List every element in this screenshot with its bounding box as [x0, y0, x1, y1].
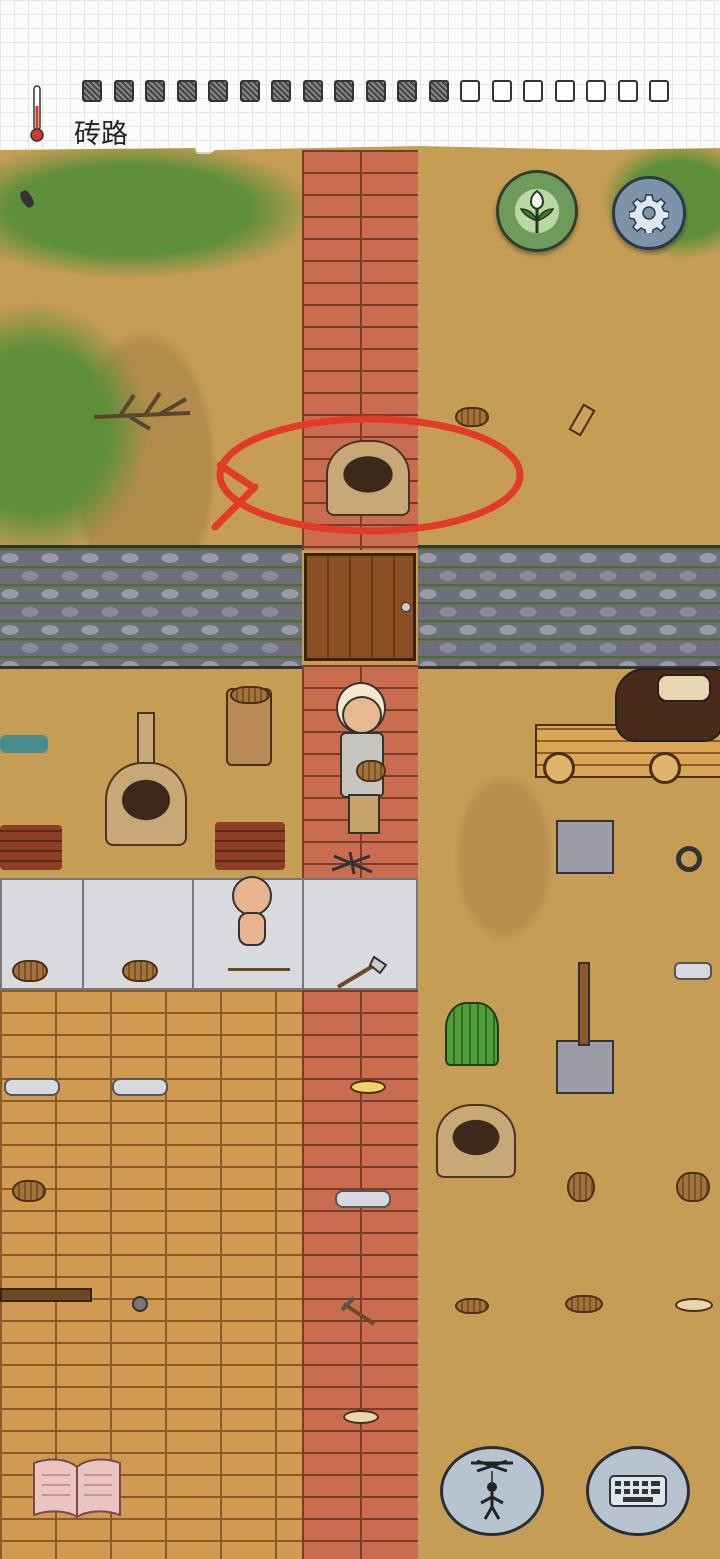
bucket[interactable]: [567, 1172, 595, 1202]
wooden-stake: [578, 962, 590, 1046]
baby-body: [238, 912, 266, 946]
rope-coil[interactable]: [565, 1295, 603, 1313]
baby-head: [232, 876, 272, 916]
cart-wheel: [543, 752, 575, 784]
flat-bread[interactable]: [675, 1298, 713, 1312]
brick-pile[interactable]: [0, 825, 62, 870]
kindling[interactable]: [330, 850, 374, 876]
horse[interactable]: [615, 668, 720, 742]
clay-bowl[interactable]: [12, 1180, 46, 1202]
horse-saddle: [657, 674, 711, 702]
basket-on-barrel: [230, 686, 270, 704]
food-meter: [0, 0, 720, 110]
wooden-door[interactable]: [304, 553, 416, 661]
stone-shard[interactable]: [4, 1078, 60, 1096]
food-pip-full: [208, 80, 228, 102]
dead-branch[interactable]: [90, 385, 200, 435]
clay-bowl[interactable]: [455, 407, 489, 427]
keyboard-button[interactable]: [586, 1446, 690, 1536]
stone-block[interactable]: [556, 820, 614, 874]
stone-shard[interactable]: [674, 962, 712, 980]
flat-bread[interactable]: [343, 1410, 379, 1424]
log[interactable]: [0, 1288, 92, 1302]
status-header: 砖路: [0, 0, 720, 154]
emote-button[interactable]: [440, 1446, 544, 1536]
clay-bowl[interactable]: [12, 960, 48, 982]
stone-block[interactable]: [556, 1040, 614, 1094]
brick-road[interactable]: [302, 990, 418, 1559]
kiln-body: [105, 762, 187, 846]
food-pip-empty: [649, 80, 669, 102]
iron-ring[interactable]: [676, 846, 702, 872]
stone-wall: [418, 545, 720, 669]
game-world[interactable]: [0, 0, 720, 1559]
yellow-item[interactable]: [350, 1080, 386, 1094]
biome-label: 砖路: [74, 119, 128, 150]
face: [342, 696, 382, 734]
door-knob-icon: [401, 602, 411, 612]
baby-character[interactable]: [228, 876, 272, 946]
barrel-cactus[interactable]: [445, 1002, 499, 1066]
food-pip-empty: [523, 80, 543, 102]
stake[interactable]: [568, 403, 596, 437]
grass-patch: [0, 140, 320, 280]
stone-shard[interactable]: [112, 1078, 168, 1096]
kiln[interactable]: [105, 712, 187, 846]
blue-plant[interactable]: [0, 735, 48, 753]
cart-wheel: [649, 752, 681, 784]
book-icon: [33, 1458, 121, 1519]
player-character[interactable]: [330, 682, 390, 842]
food-pip-full: [176, 80, 197, 102]
food-pip-full: [82, 80, 102, 102]
food-pip-full: [113, 80, 134, 102]
food-pip-full: [302, 80, 323, 102]
legs: [348, 794, 380, 834]
rope-coil[interactable]: [455, 1298, 489, 1314]
barrel[interactable]: [226, 686, 272, 766]
food-pip-full: [145, 80, 165, 102]
food-pip-full: [239, 80, 260, 102]
stone-wall: [0, 545, 302, 669]
food-pip-full: [428, 80, 449, 102]
clay-bowl[interactable]: [122, 960, 158, 982]
puppet-emote-icon: [471, 1459, 513, 1520]
pickaxe[interactable]: [340, 1296, 380, 1330]
keyboard-icon: [609, 1475, 667, 1507]
compass-button[interactable]: [496, 170, 578, 252]
held-basket: [356, 760, 386, 782]
round-stone[interactable]: [132, 1296, 148, 1312]
annotation-circle: [211, 415, 524, 535]
food-pip-full: [365, 80, 386, 102]
food-pip-full: [397, 80, 417, 102]
hatchet[interactable]: [334, 955, 394, 991]
flower-compass-icon: [519, 189, 555, 233]
settings-button[interactable]: [612, 176, 686, 250]
adobe-oven[interactable]: [436, 1104, 516, 1178]
food-pip-empty: [460, 80, 480, 102]
gear-icon: [629, 194, 669, 233]
food-pip-empty: [491, 80, 512, 102]
food-pip-full: [334, 80, 354, 102]
stone-shard[interactable]: [335, 1190, 391, 1208]
bucket[interactable]: [676, 1172, 710, 1202]
food-pip-empty: [554, 80, 575, 102]
brick-pile[interactable]: [215, 822, 285, 870]
food-pip-empty: [586, 80, 606, 102]
long-shaft[interactable]: [228, 968, 290, 971]
food-pip-empty: [617, 80, 638, 102]
food-pip-full: [271, 80, 291, 102]
journal-button[interactable]: [30, 1455, 124, 1521]
